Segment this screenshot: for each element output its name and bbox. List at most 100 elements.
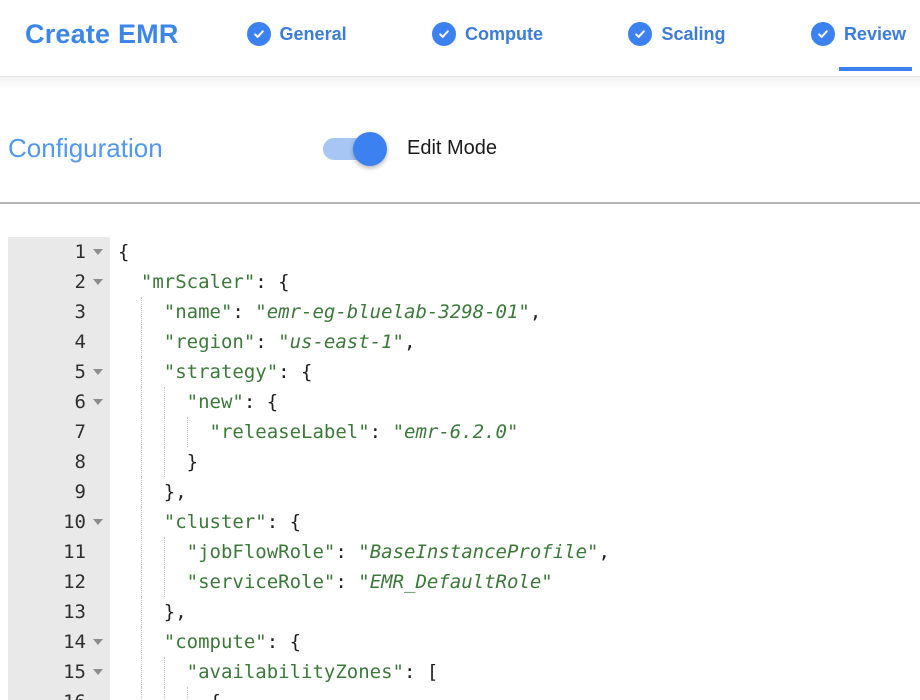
- code-line-text[interactable]: "compute": {: [110, 627, 920, 657]
- line-number: 4: [8, 331, 86, 353]
- page-title: Create EMR: [25, 19, 179, 50]
- fold-toggle-icon[interactable]: [93, 249, 103, 255]
- json-editor[interactable]: 1{2 "mrScaler": {3 "name": "emr-eg-bluel…: [8, 237, 920, 700]
- code-line-text[interactable]: {: [110, 237, 920, 267]
- fold-gutter: [86, 519, 110, 525]
- step-compute[interactable]: Compute: [432, 22, 543, 46]
- gutter-cell: 8: [8, 447, 110, 477]
- configuration-section-header: Configuration Edit Mode: [0, 133, 920, 164]
- gutter-cell: 13: [8, 597, 110, 627]
- fold-gutter: [86, 249, 110, 255]
- gutter-cell: 2: [8, 267, 110, 297]
- code-line: 8 }: [8, 447, 920, 477]
- header-shadow: [0, 77, 920, 89]
- code-line: 5 "strategy": {: [8, 357, 920, 387]
- line-number: 10: [8, 511, 86, 533]
- fold-gutter: [86, 369, 110, 375]
- code-line: 2 "mrScaler": {: [8, 267, 920, 297]
- code-line-text[interactable]: "mrScaler": {: [110, 267, 920, 297]
- wizard-header: Create EMR General Compute Scaling Review: [0, 0, 920, 77]
- code-line-text[interactable]: "jobFlowRole": "BaseInstanceProfile",: [110, 537, 920, 567]
- gutter-cell: 7: [8, 417, 110, 447]
- step-label: General: [280, 24, 347, 45]
- code-line: 16 {: [8, 687, 920, 700]
- code-line-text[interactable]: "new": {: [110, 387, 920, 417]
- line-number: 7: [8, 421, 86, 443]
- fold-gutter: [86, 669, 110, 675]
- code-line-text[interactable]: "strategy": {: [110, 357, 920, 387]
- step-label: Scaling: [661, 24, 725, 45]
- step-completed-icon: [432, 22, 456, 46]
- line-number: 3: [8, 301, 86, 323]
- wizard-steps: General Compute Scaling Review: [247, 22, 906, 46]
- gutter-cell: 10: [8, 507, 110, 537]
- line-number: 1: [8, 241, 86, 263]
- step-general[interactable]: General: [247, 22, 347, 46]
- code-line-text[interactable]: {: [110, 687, 920, 700]
- fold-gutter: [86, 639, 110, 645]
- gutter-cell: 14: [8, 627, 110, 657]
- step-label: Compute: [465, 24, 543, 45]
- section-title: Configuration: [8, 133, 323, 164]
- code-line: 13 },: [8, 597, 920, 627]
- fold-toggle-icon[interactable]: [93, 639, 103, 645]
- code-line-text[interactable]: "releaseLabel": "emr-6.2.0": [110, 417, 920, 447]
- code-line: 11 "jobFlowRole": "BaseInstanceProfile",: [8, 537, 920, 567]
- gutter-cell: 6: [8, 387, 110, 417]
- line-number: 15: [8, 661, 86, 683]
- step-completed-icon: [628, 22, 652, 46]
- line-number: 13: [8, 601, 86, 623]
- line-number: 2: [8, 271, 86, 293]
- gutter-cell: 3: [8, 297, 110, 327]
- code-line: 14 "compute": {: [8, 627, 920, 657]
- gutter-cell: 12: [8, 567, 110, 597]
- gutter-cell: 11: [8, 537, 110, 567]
- code-line-text[interactable]: "cluster": {: [110, 507, 920, 537]
- code-line-text[interactable]: },: [110, 597, 920, 627]
- gutter-cell: 16: [8, 687, 110, 700]
- line-number: 9: [8, 481, 86, 503]
- code-line: 3 "name": "emr-eg-bluelab-3298-01",: [8, 297, 920, 327]
- gutter-cell: 4: [8, 327, 110, 357]
- line-number: 5: [8, 361, 86, 383]
- step-label: Review: [844, 24, 906, 45]
- line-number: 16: [8, 691, 86, 700]
- step-completed-icon: [247, 22, 271, 46]
- gutter-cell: 9: [8, 477, 110, 507]
- code-line: 12 "serviceRole": "EMR_DefaultRole": [8, 567, 920, 597]
- code-line: 7 "releaseLabel": "emr-6.2.0": [8, 417, 920, 447]
- section-divider: [0, 202, 920, 204]
- code-line-text[interactable]: }: [110, 447, 920, 477]
- fold-toggle-icon[interactable]: [93, 279, 103, 285]
- line-number: 8: [8, 451, 86, 473]
- code-line: 4 "region": "us-east-1",: [8, 327, 920, 357]
- fold-toggle-icon[interactable]: [93, 399, 103, 405]
- fold-toggle-icon[interactable]: [93, 369, 103, 375]
- code-line-text[interactable]: "region": "us-east-1",: [110, 327, 920, 357]
- edit-mode-label: Edit Mode: [407, 137, 497, 160]
- code-line-text[interactable]: "availabilityZones": [: [110, 657, 920, 687]
- code-line: 10 "cluster": {: [8, 507, 920, 537]
- code-line-text[interactable]: },: [110, 477, 920, 507]
- code-line: 9 },: [8, 477, 920, 507]
- fold-toggle-icon[interactable]: [93, 519, 103, 525]
- code-line: 6 "new": {: [8, 387, 920, 417]
- code-line-text[interactable]: "serviceRole": "EMR_DefaultRole": [110, 567, 920, 597]
- step-completed-icon: [811, 22, 835, 46]
- line-number: 12: [8, 571, 86, 593]
- step-scaling[interactable]: Scaling: [628, 22, 725, 46]
- code-line-text[interactable]: "name": "emr-eg-bluelab-3298-01",: [110, 297, 920, 327]
- gutter-cell: 5: [8, 357, 110, 387]
- line-number: 14: [8, 631, 86, 653]
- fold-gutter: [86, 279, 110, 285]
- fold-gutter: [86, 399, 110, 405]
- gutter-cell: 1: [8, 237, 110, 267]
- line-number: 11: [8, 541, 86, 563]
- gutter-cell: 15: [8, 657, 110, 687]
- toggle-knob: [353, 132, 387, 166]
- fold-toggle-icon[interactable]: [93, 669, 103, 675]
- edit-mode-toggle[interactable]: [323, 138, 385, 160]
- line-number: 6: [8, 391, 86, 413]
- code-line: 1{: [8, 237, 920, 267]
- step-review[interactable]: Review: [811, 22, 906, 46]
